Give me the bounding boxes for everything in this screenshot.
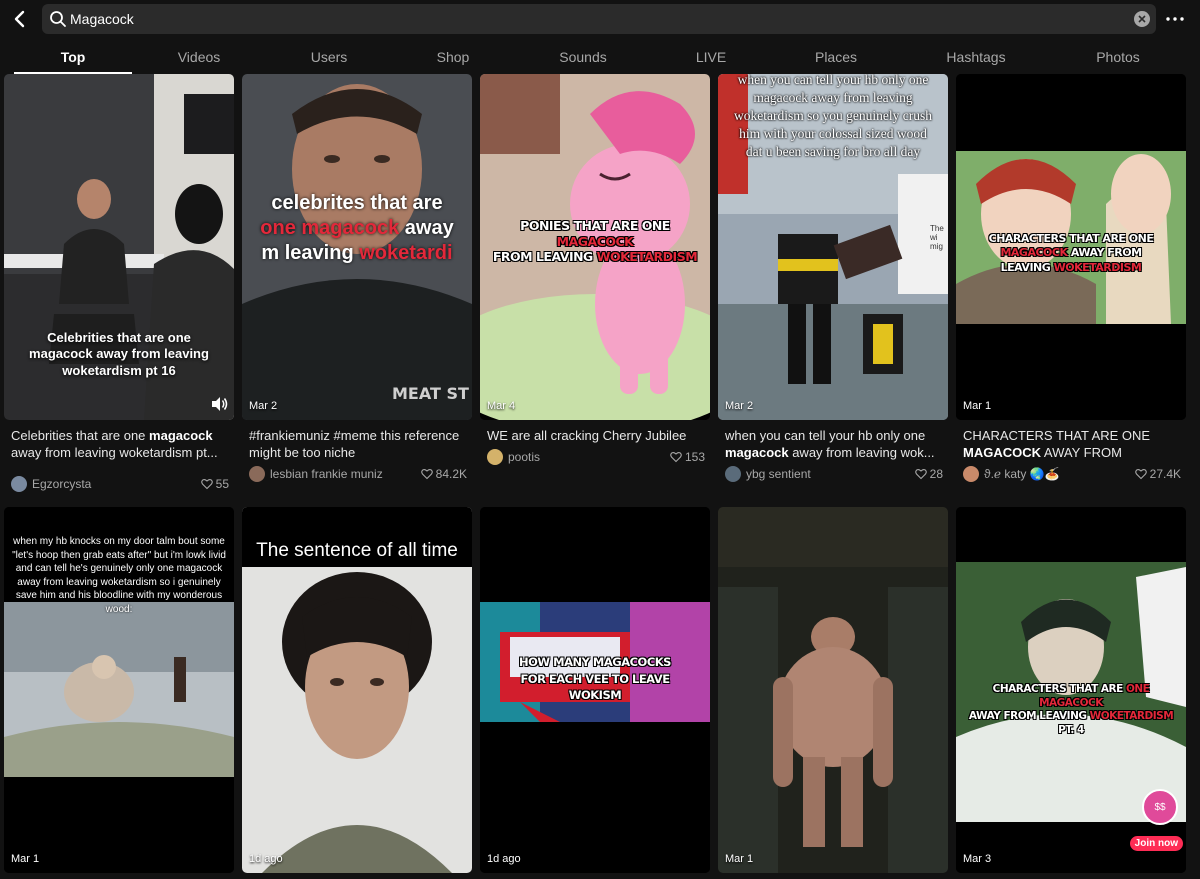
search-input[interactable]: [70, 4, 1110, 34]
video-thumbnail[interactable]: The sentence of all time 1d ago: [242, 507, 472, 873]
search-icon: [50, 11, 66, 27]
avatar[interactable]: [963, 466, 979, 482]
like-count: 28: [914, 467, 943, 481]
thumbnail-overlay-text: when my hb knocks on my door talm bout s…: [12, 536, 226, 615]
video-thumbnail[interactable]: celebrites that are one magacock away m …: [242, 74, 472, 420]
sign-text: The wi mig: [930, 224, 944, 251]
like-count: 55: [200, 477, 229, 491]
avatar[interactable]: [249, 466, 265, 482]
thumbnail-image: [718, 507, 948, 873]
author-name[interactable]: ybg sentient: [746, 467, 915, 481]
search-tabs: Top Videos Users Shop Sounds LIVE Places…: [0, 40, 1200, 74]
clear-search-icon[interactable]: [1134, 11, 1150, 27]
top-bar: [0, 0, 1200, 40]
like-count: 27.4K: [1134, 467, 1181, 481]
tab-videos[interactable]: Videos: [150, 40, 248, 74]
post-date: 1d ago: [487, 853, 521, 865]
avatar[interactable]: [11, 476, 27, 492]
post-date: Mar 2: [249, 400, 278, 412]
thumbnail-overlay-text: when you can tell your hb only one magac…: [734, 74, 932, 159]
tab-live[interactable]: LIVE: [671, 40, 751, 74]
video-caption[interactable]: WE are all cracking Cherry Jubilee: [487, 427, 705, 444]
shirt-logo-text: MEAT ST: [392, 384, 469, 403]
author-name[interactable]: ϑ.ℯ katy 🌏🍝: [984, 467, 1135, 481]
video-card[interactable]: when you can tell your hb only one magac…: [718, 74, 948, 498]
heart-icon: [670, 451, 682, 463]
video-card[interactable]: CHARACTERS THAT ARE ONE MAGACOCK AWAY FR…: [956, 74, 1186, 498]
video-card[interactable]: celebrites that are one magacock away m …: [242, 74, 472, 498]
tab-photos[interactable]: Photos: [1078, 40, 1158, 74]
more-options-button[interactable]: [1166, 10, 1184, 28]
speaker-icon[interactable]: [210, 396, 228, 412]
video-thumbnail[interactable]: Mar 1: [718, 507, 948, 873]
post-date: Mar 4: [487, 400, 516, 412]
video-card[interactable]: Mar 1: [718, 507, 948, 873]
video-thumbnail[interactable]: PONIES THAT ARE ONE MAGACOCK FROM LEAVIN…: [480, 74, 710, 420]
more-dots-icon: [1166, 17, 1184, 21]
thumbnail-overlay-text: Celebrities that are one magacock away f…: [29, 330, 209, 378]
video-thumbnail[interactable]: CHARACTERS THAT ARE ONE MAGACOCK AWAY FR…: [956, 507, 1186, 873]
author-name[interactable]: Egzorcysta: [32, 477, 201, 491]
video-card[interactable]: when my hb knocks on my door talm bout s…: [4, 507, 234, 873]
join-live-button[interactable]: Join now: [1129, 836, 1183, 851]
back-button[interactable]: [8, 7, 32, 31]
chevron-left-icon: [14, 10, 25, 28]
video-meta: lesbian frankie muniz 84.2K: [249, 465, 467, 483]
author-name[interactable]: pootis: [508, 450, 670, 464]
video-meta: ϑ.ℯ katy 🌏🍝 27.4K: [963, 465, 1181, 483]
tab-places[interactable]: Places: [796, 40, 876, 74]
search-box[interactable]: [42, 4, 1156, 34]
heart-icon: [1134, 468, 1147, 480]
avatar[interactable]: [487, 449, 503, 465]
video-thumbnail[interactable]: CHARACTERS THAT ARE ONE MAGACOCK AWAY FR…: [956, 74, 1186, 420]
video-card[interactable]: HOW MANY MAGACOCKS FOR EACH VEE TO LEAVE…: [480, 507, 710, 873]
thumbnail-overlay-text: celebrites that are one magacock away m …: [260, 192, 454, 264]
post-date: Mar 3: [963, 853, 992, 865]
post-date: Mar 2: [725, 400, 754, 412]
heart-icon: [914, 468, 927, 480]
video-card[interactable]: CHARACTERS THAT ARE ONE MAGACOCK AWAY FR…: [956, 507, 1186, 873]
video-thumbnail[interactable]: HOW MANY MAGACOCKS FOR EACH VEE TO LEAVE…: [480, 507, 710, 873]
tab-users[interactable]: Users: [285, 40, 373, 74]
video-caption[interactable]: when you can tell your hb only one magac…: [725, 427, 943, 461]
tab-shop[interactable]: Shop: [413, 40, 493, 74]
thumbnail-overlay-text: HOW MANY MAGACOCKS FOR EACH VEE TO LEAVE…: [519, 655, 671, 703]
like-count: 153: [670, 450, 705, 464]
video-card[interactable]: The sentence of all time 1d ago: [242, 507, 472, 873]
video-thumbnail[interactable]: Celebrities that are one magacock away f…: [4, 74, 234, 420]
author-name[interactable]: lesbian frankie muniz: [270, 467, 421, 481]
tab-sounds[interactable]: Sounds: [543, 40, 623, 74]
tab-top[interactable]: Top: [14, 40, 132, 74]
video-caption[interactable]: Celebrities that are one magacock away f…: [11, 427, 229, 461]
thumbnail-overlay-text: CHARACTERS THAT ARE ONE MAGACOCK AWAY FR…: [968, 683, 1174, 736]
live-avatar[interactable]: $$: [1142, 789, 1178, 825]
tab-hashtags[interactable]: Hashtags: [926, 40, 1026, 74]
post-date: Mar 1: [963, 400, 992, 412]
video-thumbnail[interactable]: when you can tell your hb only one magac…: [718, 74, 948, 420]
post-date: 1d ago: [249, 853, 283, 865]
thumbnail-overlay-text: PONIES THAT ARE ONE MAGACOCK FROM LEAVIN…: [492, 218, 698, 265]
video-caption[interactable]: #frankiemuniz #meme this reference might…: [249, 427, 467, 461]
heart-icon: [200, 478, 213, 490]
video-meta: Egzorcysta 55: [11, 475, 229, 493]
video-thumbnail[interactable]: when my hb knocks on my door talm bout s…: [4, 507, 234, 873]
video-card[interactable]: PONIES THAT ARE ONE MAGACOCK FROM LEAVIN…: [480, 74, 710, 498]
video-meta: ybg sentient 28: [725, 465, 943, 483]
avatar[interactable]: [725, 466, 741, 482]
video-caption[interactable]: CHARACTERS THAT ARE ONE MAGACOCK AWAY FR…: [963, 427, 1181, 461]
post-date: Mar 1: [11, 853, 40, 865]
like-count: 84.2K: [420, 467, 467, 481]
thumbnail-overlay-text: The sentence of all time: [256, 540, 458, 561]
video-card[interactable]: Celebrities that are one magacock away f…: [4, 74, 234, 498]
post-date: Mar 1: [725, 853, 754, 865]
video-meta: pootis 153: [487, 448, 705, 466]
heart-icon: [420, 468, 433, 480]
thumbnail-overlay-text: CHARACTERS THAT ARE ONE MAGACOCK AWAY FR…: [988, 232, 1154, 274]
